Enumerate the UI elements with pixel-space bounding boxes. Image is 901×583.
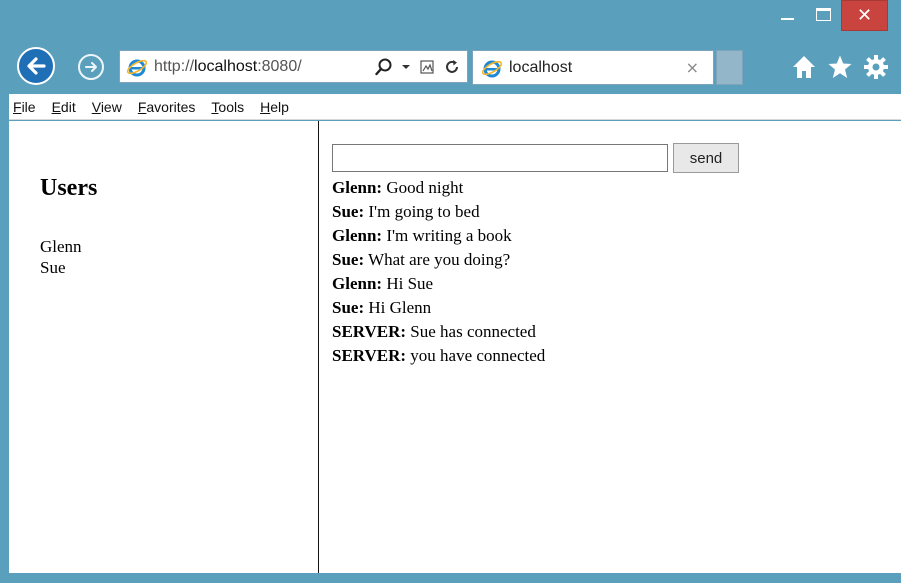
users-heading: Users xyxy=(40,175,98,201)
message-sender: Glenn: xyxy=(332,274,383,293)
search-icon[interactable] xyxy=(375,58,393,76)
menu-file[interactable]: File xyxy=(11,99,38,115)
forward-arrow-icon xyxy=(85,62,97,72)
users-panel: Users Glenn Sue xyxy=(9,121,319,573)
message-sender: Glenn: xyxy=(332,178,383,197)
message-text: I'm going to bed xyxy=(364,202,480,221)
url-text: http://localhost:8080/ xyxy=(154,57,302,75)
message-input[interactable] xyxy=(332,144,668,172)
ie-logo-icon xyxy=(126,59,148,76)
message-sender: Sue: xyxy=(332,250,365,269)
message-sender: Glenn: xyxy=(332,226,383,245)
message-list: Glenn: Good night Sue: I'm going to bed … xyxy=(332,176,901,368)
home-icon[interactable] xyxy=(791,54,817,80)
navigation-bar: http://localhost:8080/ localhost × xyxy=(0,40,901,94)
minimize-icon xyxy=(780,18,794,20)
message-text: you have connected xyxy=(406,346,546,365)
gear-icon[interactable] xyxy=(863,54,889,80)
menu-help[interactable]: Help xyxy=(258,99,291,115)
menu-favorites[interactable]: Favorites xyxy=(136,99,198,115)
tab-title: localhost xyxy=(509,58,573,76)
message-item: SERVER: Sue has connected xyxy=(332,320,901,344)
send-button[interactable]: send xyxy=(673,143,739,173)
message-text: I'm writing a book xyxy=(382,226,512,245)
message-text: Good night xyxy=(382,178,464,197)
dropdown-arrow-icon[interactable] xyxy=(401,62,411,72)
page-content: Users Glenn Sue send Glenn: Good night S… xyxy=(9,121,901,573)
message-item: Sue: I'm going to bed xyxy=(332,200,901,224)
new-tab-button[interactable] xyxy=(716,50,743,85)
favorites-star-icon[interactable] xyxy=(827,54,853,80)
message-item: Glenn: Good night xyxy=(332,176,901,200)
browser-tools xyxy=(791,50,889,84)
compatibility-view-icon[interactable] xyxy=(419,59,435,75)
user-item: Glenn xyxy=(40,237,82,256)
back-arrow-icon xyxy=(27,57,46,75)
menu-tools[interactable]: Tools xyxy=(209,99,246,115)
menu-view[interactable]: View xyxy=(90,99,124,115)
message-sender: SERVER: xyxy=(332,346,407,365)
chat-panel: send Glenn: Good night Sue: I'm going to… xyxy=(332,143,901,573)
message-sender: Sue: xyxy=(332,298,365,317)
close-icon: ✕ xyxy=(856,5,873,26)
ie-logo-icon xyxy=(481,60,503,77)
message-composer: send xyxy=(332,143,901,173)
menu-edit[interactable]: Edit xyxy=(50,99,78,115)
close-window-button[interactable]: ✕ xyxy=(841,0,888,31)
address-bar[interactable]: http://localhost:8080/ xyxy=(119,50,468,83)
refresh-icon[interactable] xyxy=(443,58,461,76)
message-item: Glenn: I'm writing a book xyxy=(332,224,901,248)
message-sender: SERVER: xyxy=(332,322,407,341)
message-item: Glenn: Hi Sue xyxy=(332,272,901,296)
message-text: Hi Glenn xyxy=(364,298,432,317)
maximize-icon xyxy=(815,7,831,21)
window-controls: ✕ xyxy=(769,0,888,40)
forward-button[interactable] xyxy=(78,54,104,80)
user-item: Sue xyxy=(40,258,66,277)
message-text: What are you doing? xyxy=(364,250,511,269)
message-item: Sue: What are you doing? xyxy=(332,248,901,272)
maximize-button[interactable] xyxy=(805,0,841,28)
menu-bar: File Edit View Favorites Tools Help xyxy=(9,94,901,120)
message-text: Hi Sue xyxy=(382,274,434,293)
address-tools xyxy=(375,56,461,78)
message-item: SERVER: you have connected xyxy=(332,344,901,368)
back-button[interactable] xyxy=(17,47,55,85)
message-item: Sue: Hi Glenn xyxy=(332,296,901,320)
users-list: Glenn Sue xyxy=(40,236,82,278)
message-sender: Sue: xyxy=(332,202,365,221)
tab-close-icon[interactable]: × xyxy=(686,58,699,77)
tab-localhost[interactable]: localhost × xyxy=(472,50,714,85)
message-text: Sue has connected xyxy=(406,322,536,341)
minimize-button[interactable] xyxy=(769,0,805,28)
